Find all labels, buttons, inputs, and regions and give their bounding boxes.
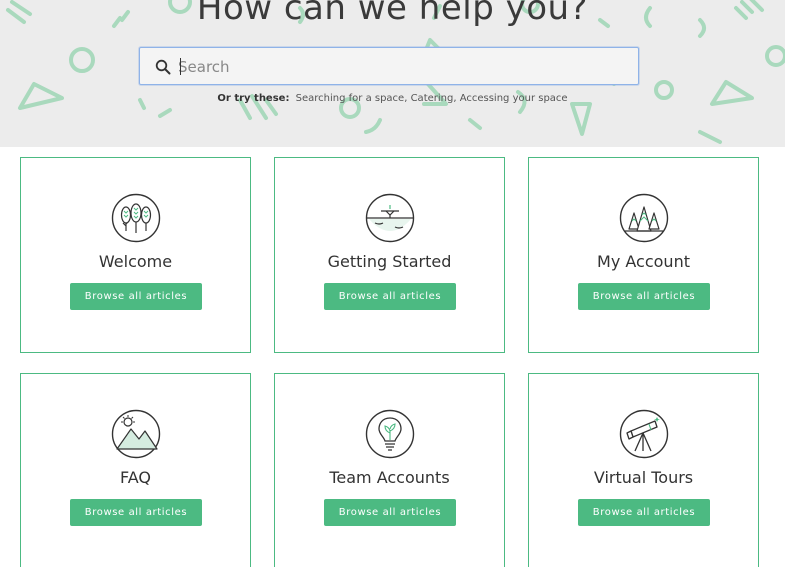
lightbulb-icon bbox=[365, 409, 415, 459]
suggestions-row: Or try these: Searching for a space, Cat… bbox=[0, 93, 785, 104]
category-card-my-account[interactable]: My Account Browse all articles bbox=[528, 157, 759, 353]
page-title: How can we help you? bbox=[196, 0, 589, 28]
telescope-icon bbox=[619, 409, 669, 459]
forest-icon bbox=[619, 193, 669, 243]
suggestion-link[interactable]: Searching for a space, bbox=[296, 93, 408, 104]
card-title: Virtual Tours bbox=[593, 468, 694, 487]
browse-articles-button[interactable]: Browse all articles bbox=[70, 283, 202, 310]
category-card-virtual-tours[interactable]: Virtual Tours Browse all articles bbox=[528, 373, 759, 567]
card-title: My Account bbox=[597, 252, 690, 271]
card-title: Welcome bbox=[98, 252, 173, 271]
search-input[interactable] bbox=[178, 55, 618, 79]
mountain-icon bbox=[111, 409, 161, 459]
suggestion-link[interactable]: Catering, bbox=[411, 93, 457, 104]
search-box[interactable] bbox=[139, 47, 639, 85]
browse-articles-button[interactable]: Browse all articles bbox=[578, 283, 710, 310]
browse-articles-button[interactable]: Browse all articles bbox=[578, 499, 710, 526]
category-card-team-accounts[interactable]: Team Accounts Browse all articles bbox=[274, 373, 505, 567]
hero-section: How can we help you? Or try these: Searc… bbox=[0, 0, 785, 147]
trees-icon bbox=[111, 193, 161, 243]
suggestions-label: Or try these: bbox=[217, 93, 290, 104]
suggestion-link[interactable]: Accessing your space bbox=[460, 93, 568, 104]
category-card-faq[interactable]: FAQ Browse all articles bbox=[20, 373, 251, 567]
card-title: FAQ bbox=[120, 468, 151, 487]
search-icon bbox=[155, 59, 171, 75]
browse-articles-button[interactable]: Browse all articles bbox=[324, 283, 456, 310]
card-title: Getting Started bbox=[327, 252, 452, 271]
browse-articles-button[interactable]: Browse all articles bbox=[70, 499, 202, 526]
card-title: Team Accounts bbox=[329, 468, 450, 487]
landing-icon bbox=[365, 193, 415, 243]
category-grid: Welcome Browse all articles Getting Star… bbox=[0, 147, 785, 567]
text-caret bbox=[180, 58, 181, 75]
category-card-welcome[interactable]: Welcome Browse all articles bbox=[20, 157, 251, 353]
category-card-getting-started[interactable]: Getting Started Browse all articles bbox=[274, 157, 505, 353]
browse-articles-button[interactable]: Browse all articles bbox=[324, 499, 456, 526]
